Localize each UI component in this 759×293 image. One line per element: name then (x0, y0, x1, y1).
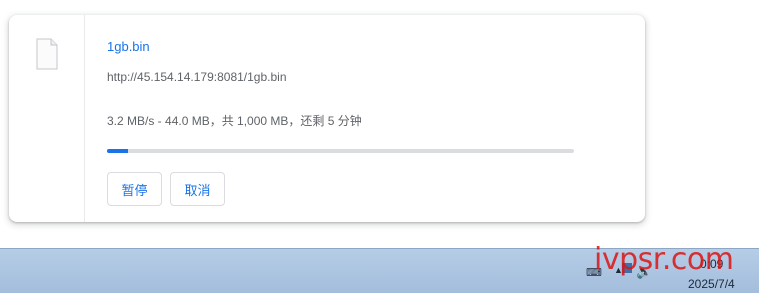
clock-time[interactable]: 0:09 (700, 257, 723, 271)
clock-date[interactable]: 2025/7/4 (688, 277, 735, 291)
download-status: 3.2 MB/s - 44.0 MB，共 1,000 MB，还剩 5 分钟 (107, 114, 362, 128)
cancel-button[interactable]: 取消 (170, 172, 225, 206)
pause-button[interactable]: 暂停 (107, 172, 162, 206)
file-name-link[interactable]: 1gb.bin (107, 39, 150, 54)
speaker-icon[interactable]: 🔈 (636, 264, 652, 280)
download-card: 1gb.bin http://45.154.14.179:8081/1gb.bi… (9, 15, 645, 222)
progress-bar (107, 149, 574, 153)
flag-icon[interactable] (622, 263, 632, 273)
keyboard-icon[interactable]: ⌨ (586, 266, 602, 279)
file-icon (36, 38, 58, 70)
progress-fill (107, 149, 128, 153)
icon-column (9, 15, 85, 222)
taskbar: ⌨ ▲ 🔈 0:09 2025/7/4 (0, 248, 759, 293)
file-url: http://45.154.14.179:8081/1gb.bin (107, 70, 287, 84)
